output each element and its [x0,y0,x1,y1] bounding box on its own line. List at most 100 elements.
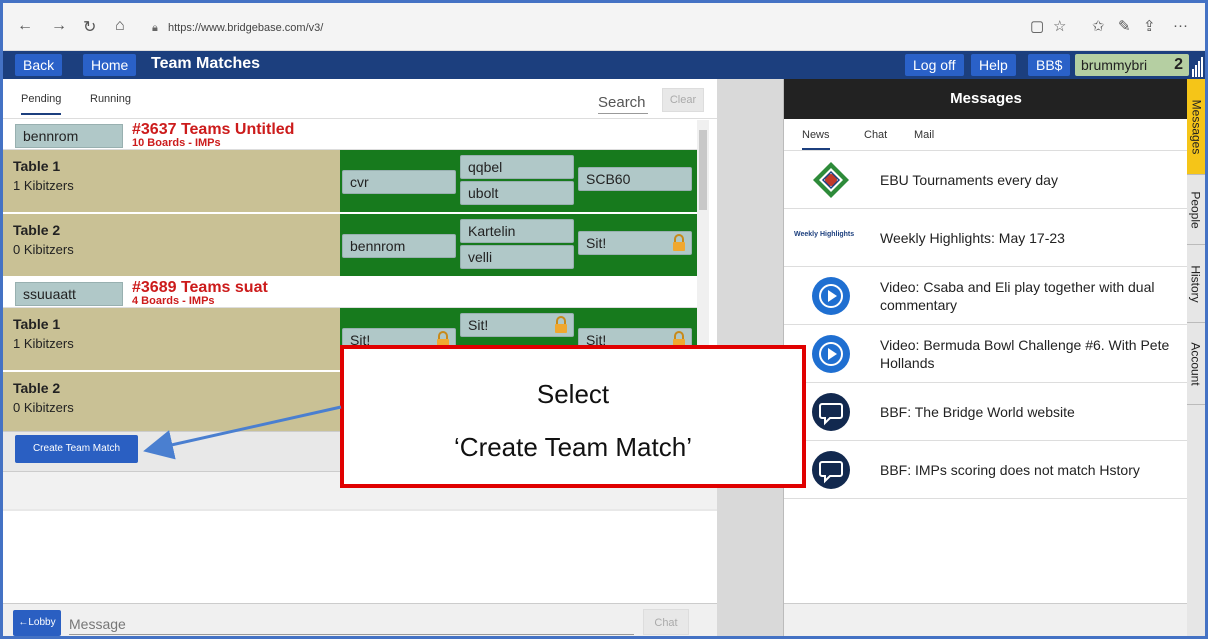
home-icon[interactable]: ⌂ [115,17,125,35]
side-tab-account[interactable]: Account [1187,323,1205,405]
chat-button[interactable]: Chat [643,609,689,635]
chat-bubble-icon [812,393,850,431]
seat-north-sit[interactable]: Sit! [460,313,574,337]
video-play-icon [812,277,850,315]
messages-pane: Messages News Chat Mail EBU Tournaments … [783,79,1188,636]
favorite-star-icon[interactable]: ☆ [1053,17,1066,35]
refresh-icon[interactable]: ↻ [83,17,96,37]
news-text: Video: Csaba and Eli play together with … [880,279,1155,313]
lock-icon [555,316,567,333]
news-text: EBU Tournaments every day [880,172,1058,188]
reading-view-icon[interactable]: ▢ [1030,17,1044,35]
match-title[interactable]: #3689 Teams suat [132,280,268,296]
table-row: Table 2 0 Kibitzers bennrom Kartelin vel… [3,214,697,277]
messages-tabs: News Chat Mail [784,119,1188,151]
seat-west[interactable]: cvr [342,170,456,194]
seat-east-sit[interactable]: Sit! [578,231,692,255]
tab-news[interactable]: News [802,129,830,150]
tab-mail[interactable]: Mail [914,129,934,141]
app-header: Back Home Team Matches Log off Help BB$ … [3,51,1205,79]
tab-pending[interactable]: Pending [21,93,62,115]
kibitzer-count: 1 Kibitzers [13,336,74,351]
seat-east[interactable]: SCB60 [578,167,692,191]
seat-west[interactable]: bennrom [342,234,456,258]
kibitzer-count: 0 Kibitzers [13,400,74,415]
ebu-logo-icon [813,162,849,198]
page-title: Team Matches [151,55,261,72]
bbs-button[interactable]: BB$ [1028,54,1071,76]
news-item[interactable]: BBF: The Bridge World website [784,383,1188,441]
side-tab-history[interactable]: History [1187,245,1205,323]
message-input[interactable]: Message [69,616,634,635]
callout-line-1: Select [536,379,610,409]
chat-bubble-icon [812,451,850,489]
back-button[interactable]: Back [15,54,63,76]
callout-line-2: ‘Create Team Match’ [454,432,692,462]
user-number: 2 [1174,56,1183,73]
favorites-list-icon[interactable]: ✩ [1092,17,1105,35]
side-tabs: Messages People History Account [1187,79,1205,636]
match-tabs: Pending Running Search Clear [3,79,717,119]
table-row: Table 1 1 Kibitzers cvr qqbel ubolt SCB6… [3,150,697,213]
tab-running[interactable]: Running [90,93,131,105]
news-item[interactable]: BBF: IMPs scoring does not match Hstory [784,441,1188,499]
logoff-button[interactable]: Log off [905,54,964,76]
captain-name[interactable]: bennrom [15,124,123,148]
news-text: BBF: IMPs scoring does not match Hstory [880,462,1140,478]
table-info[interactable]: Table 1 1 Kibitzers [3,308,340,370]
table-name: Table 2 [13,222,61,238]
scrollbar-thumb[interactable] [699,130,707,210]
home-button[interactable]: Home [83,54,137,76]
sit-label: Sit! [468,317,489,333]
table-info[interactable]: Table 1 1 Kibitzers [3,150,340,212]
lobby-button[interactable]: ←Lobby [13,610,61,636]
news-text: Weekly Highlights: May 17-23 [880,230,1065,246]
url-text: https://www.bridgebase.com/v3/ [168,22,324,34]
lock-icon: 🔒︎ [152,22,158,34]
search-input[interactable]: Search [598,94,648,114]
video-play-icon [812,335,850,373]
match-subtitle: 10 Boards - IMPs [132,137,221,149]
news-item[interactable]: EBU Tournaments every day [784,151,1188,209]
messages-footer [784,603,1188,636]
kibitzer-count: 0 Kibitzers [13,242,74,257]
user-badge[interactable]: brummybri 2 [1075,54,1189,76]
table-name: Table 1 [13,316,61,332]
side-tab-people[interactable]: People [1187,175,1205,245]
instruction-callout: Select ‘Create Team Match’ [340,345,806,488]
side-tab-label: History [1189,264,1203,303]
news-item[interactable]: Video: Csaba and Eli play together with … [784,267,1188,325]
table-info[interactable]: Table 2 0 Kibitzers [3,214,340,276]
news-item[interactable]: Weekly Highlights Weekly Highlights: May… [784,209,1188,267]
forward-arrow-icon[interactable]: → [51,17,67,35]
pen-icon[interactable]: ✎ [1118,17,1131,35]
match-header: ssuuaatt #3689 Teams suat 4 Boards - IMP… [3,278,697,308]
create-team-match-button[interactable]: Create Team Match [15,435,138,463]
captain-name[interactable]: ssuuaatt [15,282,123,306]
tab-chat[interactable]: Chat [864,129,887,141]
clear-button[interactable]: Clear [662,88,704,112]
more-icon[interactable]: ··· [1173,17,1188,34]
address-bar[interactable]: 🔒︎ https://www.bridgebase.com/v3/ [150,16,510,40]
table-info[interactable]: Table 2 0 Kibitzers [3,372,340,432]
news-item[interactable]: Video: Bermuda Bowl Challenge #6. With P… [784,325,1188,383]
side-tab-label: Account [1189,341,1204,386]
messages-title: Messages [784,79,1188,119]
seat-south[interactable]: ubolt [460,181,574,205]
lock-icon [673,234,685,251]
seat-south[interactable]: velli [460,245,574,269]
sit-label: Sit! [586,235,607,251]
seat-north[interactable]: Kartelin [460,219,574,243]
match-subtitle: 4 Boards - IMPs [132,295,215,307]
news-text: Video: Bermuda Bowl Challenge #6. With P… [880,337,1170,371]
table-name: Table 1 [13,158,61,174]
back-arrow-icon[interactable]: ← [17,17,33,35]
table-seats: cvr qqbel ubolt SCB60 [340,150,697,212]
help-button[interactable]: Help [971,54,1016,76]
table-seats: bennrom Kartelin velli Sit! [340,214,697,276]
match-title[interactable]: #3637 Teams Untitled [132,122,294,138]
side-tab-messages[interactable]: Messages [1187,79,1205,175]
seat-north[interactable]: qqbel [460,155,574,179]
table-name: Table 2 [13,380,61,396]
share-icon[interactable]: ⇪ [1143,17,1156,35]
